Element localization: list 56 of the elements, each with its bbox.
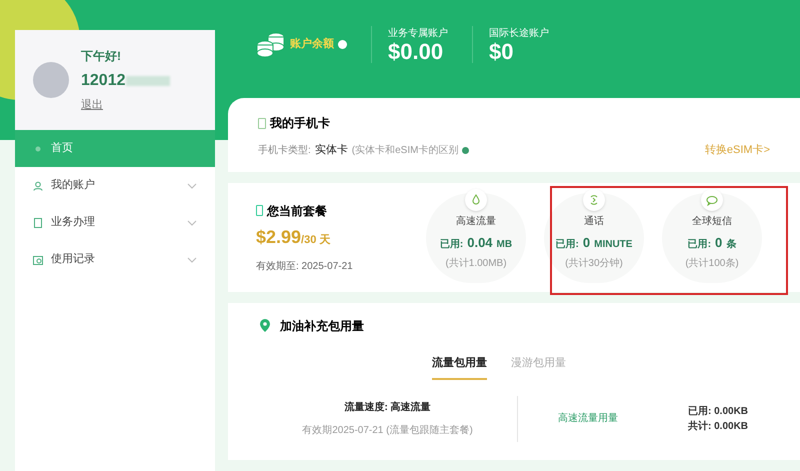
usage-name: 通话 xyxy=(584,214,604,229)
usage-name: 高速流量 xyxy=(456,214,496,229)
section-title: 我的手机卡 xyxy=(270,115,330,132)
used-label: 已用: xyxy=(440,238,464,252)
blurred-block xyxy=(126,76,170,86)
account-label: 国际长途账户 xyxy=(489,26,549,40)
card-type-value: 实体卡 xyxy=(314,142,348,158)
used-unit: MINUTE xyxy=(594,238,632,252)
usage-tab[interactable]: 流量包用量 xyxy=(432,355,487,380)
location-pin-icon xyxy=(258,318,272,334)
card-type-note: (实体卡和eSIM卡的区别 xyxy=(352,144,458,158)
plan-expiry: 有效期至: 2025-07-21 xyxy=(256,260,354,274)
plan-price: $2.99 xyxy=(256,226,302,248)
clock-icon xyxy=(33,254,43,264)
total-amount: 共计: 0.00KB xyxy=(688,420,748,434)
coins-icon xyxy=(256,31,286,57)
dot-icon xyxy=(33,144,43,154)
menu-item[interactable]: 业务办理 xyxy=(15,204,215,241)
logout-link[interactable]: 退出 xyxy=(81,96,170,114)
chevron-down-icon xyxy=(187,182,197,188)
menu-item[interactable]: 使用记录 xyxy=(15,241,215,278)
avatar xyxy=(33,62,69,98)
account-amount: $0 xyxy=(489,40,514,62)
plan-title: 您当前套餐 xyxy=(267,202,327,220)
document-icon xyxy=(33,218,43,228)
balance-label: 账户余额 xyxy=(290,36,334,52)
used-value: 0 xyxy=(582,234,590,252)
used-unit: MB xyxy=(496,238,512,252)
used-label: 已用: xyxy=(556,238,579,252)
validity-text: 有效期2025-07-21 (流量包跟随主套餐) xyxy=(302,424,473,438)
account-number: 12012 xyxy=(81,70,126,91)
plan-period: /30 天 xyxy=(301,232,330,248)
used-value: 0.04 xyxy=(467,234,493,252)
speed-label: 流量速度: 高速流量 xyxy=(344,400,431,414)
usage-total: (共计100条) xyxy=(685,256,739,272)
usage-name: 全球短信 xyxy=(692,214,732,229)
used-label: 已用: xyxy=(688,238,712,252)
sim-card-icon xyxy=(258,118,266,128)
chevron-down-icon xyxy=(187,256,197,262)
usage-total: (共计1.00MB) xyxy=(445,256,507,272)
person-icon xyxy=(33,180,43,190)
account-amount: $0.00 xyxy=(388,40,444,62)
droplet-icon xyxy=(470,194,482,206)
greeting: 下午好! xyxy=(81,48,122,65)
account-label: 业务专属账户 xyxy=(388,26,448,40)
chat-icon xyxy=(706,194,718,206)
phone-icon xyxy=(256,205,263,216)
menu-item[interactable]: 我的账户 xyxy=(15,167,215,204)
chevron-down-icon xyxy=(187,220,197,226)
used-value: 0 xyxy=(715,234,722,252)
used-unit: 条 xyxy=(726,238,736,252)
section-title: 加油补充包用量 xyxy=(280,318,364,335)
usage-total: (共计30分钟) xyxy=(565,256,623,272)
used-amount: 已用: 0.00KB xyxy=(688,404,748,418)
card-type-label: 手机卡类型: xyxy=(258,144,311,158)
usage-type: 高速流量用量 xyxy=(557,412,619,426)
